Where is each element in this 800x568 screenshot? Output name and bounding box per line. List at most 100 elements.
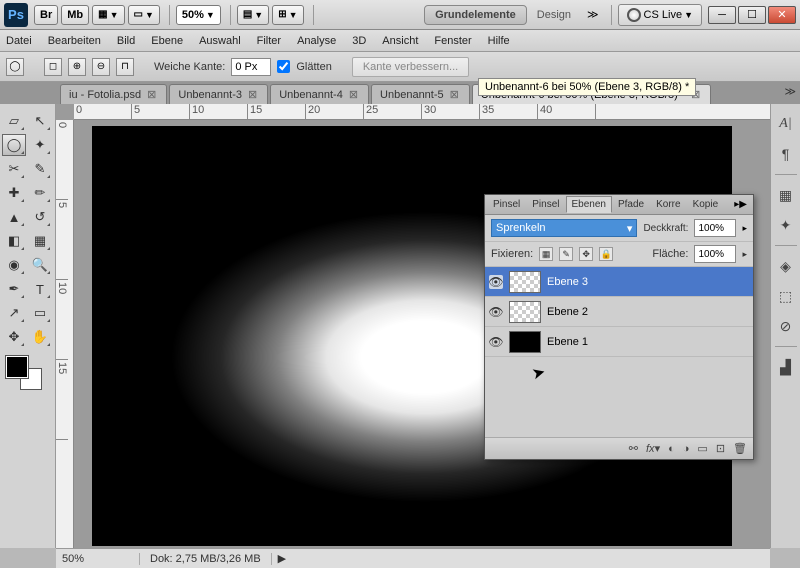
close-icon[interactable]: ⊠ [246, 88, 259, 101]
close-icon[interactable]: ⊠ [448, 88, 461, 101]
blend-mode-select[interactable]: Sprenkeln▾ [491, 219, 637, 237]
workspace-design[interactable]: Design [527, 6, 581, 24]
selection-subtract-icon[interactable]: ⊖ [92, 58, 110, 76]
menu-fenster[interactable]: Fenster [434, 35, 471, 47]
workspace-selected[interactable]: Grundelemente [424, 5, 527, 25]
guides-button[interactable]: ⊞▼ [272, 5, 303, 25]
cslive-button[interactable]: CS Live▼ [618, 4, 702, 26]
panel-tab[interactable]: Pinsel [487, 196, 526, 213]
menu-ebene[interactable]: Ebene [151, 35, 183, 47]
doc-tab[interactable]: iu - Fotolia.psd⊠ [60, 84, 167, 104]
move-tool[interactable]: ▱ [2, 110, 26, 132]
stamp-tool[interactable]: ▲ [2, 206, 26, 228]
minimize-button[interactable]: ─ [708, 6, 736, 24]
gradient-tool[interactable]: ▦ [28, 230, 52, 252]
selection-intersect-icon[interactable]: ⊓ [116, 58, 134, 76]
shape-tool[interactable]: ▭ [28, 302, 52, 324]
group-layers-icon[interactable]: ▭ [697, 442, 707, 455]
lasso-tool[interactable]: ◯ [2, 134, 26, 156]
new-layer-icon[interactable]: ⊡ [716, 442, 725, 455]
transform-panel-icon[interactable]: ⬚ [776, 286, 796, 306]
layer-thumb[interactable] [509, 271, 541, 293]
menu-hilfe[interactable]: Hilfe [488, 35, 510, 47]
selection-new-icon[interactable]: ◻ [44, 58, 62, 76]
brush-tool[interactable]: ✏ [28, 182, 52, 204]
eraser-tool[interactable]: ◧ [2, 230, 26, 252]
opacity-input[interactable] [694, 219, 736, 237]
blur-tool[interactable]: ◉ [2, 254, 26, 276]
marquee-tool[interactable]: ↖ [28, 110, 52, 132]
feather-input[interactable] [231, 58, 271, 76]
menu-filter[interactable]: Filter [257, 35, 281, 47]
path-tool[interactable]: ↗ [2, 302, 26, 324]
actions-panel-icon[interactable]: ▟ [776, 357, 796, 377]
refine-edge-button[interactable]: Kante verbessern... [352, 57, 469, 77]
workspace-more[interactable]: ≫ [581, 8, 605, 21]
magic-wand-tool[interactable]: ✦ [28, 134, 52, 156]
eyedropper-tool[interactable]: ✎ [28, 158, 52, 180]
minibridge-button[interactable]: Mb [61, 5, 89, 25]
panel-tab[interactable]: Pinsel [526, 196, 565, 213]
panel-tab[interactable]: Kopie [687, 196, 725, 213]
visibility-icon[interactable]: 👁 [489, 275, 503, 289]
visibility-icon[interactable]: 👁 [489, 335, 503, 349]
status-menu-icon[interactable]: ▶ [272, 552, 292, 565]
panel-tab[interactable]: Pfade [612, 196, 650, 213]
panel-tab[interactable]: Korre [650, 196, 686, 213]
layer-fx-icon[interactable]: fx▾ [646, 442, 660, 455]
doc-tab[interactable]: Unbenannt-3⊠ [169, 84, 268, 104]
menu-bild[interactable]: Bild [117, 35, 135, 47]
history-brush-tool[interactable]: ↺ [28, 206, 52, 228]
link-layers-icon[interactable]: ⚯ [629, 442, 638, 455]
styles-panel-icon[interactable]: ✦ [776, 215, 796, 235]
layer-thumb[interactable] [509, 331, 541, 353]
selection-add-icon[interactable]: ⊕ [68, 58, 86, 76]
hand-tool[interactable]: ✋ [28, 326, 52, 348]
status-docsize[interactable]: Dok: 2,75 MB/3,26 MB [140, 553, 272, 565]
menu-datei[interactable]: Datei [6, 35, 32, 47]
lock-all-icon[interactable]: 🔒 [599, 247, 613, 261]
lock-transparency-icon[interactable]: ▦ [539, 247, 553, 261]
color-swatches[interactable] [2, 354, 52, 390]
adjustment-layer-icon[interactable]: ◑ [683, 443, 690, 455]
swatches-panel-icon[interactable]: ▦ [776, 185, 796, 205]
fill-input[interactable] [694, 245, 736, 263]
smooth-checkbox[interactable] [277, 60, 290, 73]
doc-tab[interactable]: Unbenannt-5⊠ [371, 84, 470, 104]
character-panel-icon[interactable]: A| [776, 114, 796, 134]
menu-analyse[interactable]: Analyse [297, 35, 336, 47]
panel-menu-icon[interactable]: ▸▶ [734, 199, 751, 210]
paragraph-panel-icon[interactable]: ¶ [776, 144, 796, 164]
lasso-tool-indicator[interactable]: ◯ [6, 58, 24, 76]
panel-tab-ebenen[interactable]: Ebenen [566, 196, 612, 213]
visibility-icon[interactable]: 👁 [489, 305, 503, 319]
bridge-button[interactable]: Br [34, 5, 58, 25]
layer-mask-icon[interactable]: ◐ [668, 443, 675, 455]
menu-3d[interactable]: 3D [352, 35, 366, 47]
fg-color[interactable] [6, 356, 28, 378]
extras-button[interactable]: ▤▼ [237, 5, 269, 25]
screen-mode-button[interactable]: ▭▼ [128, 5, 160, 25]
type-tool[interactable]: T [28, 278, 52, 300]
lock-paint-icon[interactable]: ✎ [559, 247, 573, 261]
zoom-level-input[interactable]: 50%▼ [176, 5, 221, 25]
close-icon[interactable]: ⊠ [145, 88, 158, 101]
layer-thumb[interactable] [509, 301, 541, 323]
menu-auswahl[interactable]: Auswahl [199, 35, 241, 47]
close-icon[interactable]: ⊠ [347, 88, 360, 101]
healing-tool[interactable]: ✚ [2, 182, 26, 204]
tabs-overflow[interactable]: ≫ [784, 85, 796, 98]
layer-row[interactable]: 👁 Ebene 3 [485, 267, 753, 297]
arrange-docs-button[interactable]: ▦▼ [92, 5, 124, 25]
close-button[interactable]: ✕ [768, 6, 796, 24]
status-zoom[interactable]: 50% [56, 553, 140, 565]
layer-row[interactable]: 👁 Ebene 1 [485, 327, 753, 357]
3d-tool[interactable]: ✥ [2, 326, 26, 348]
maximize-button[interactable]: ☐ [738, 6, 766, 24]
delete-layer-icon[interactable]: 🗑 [733, 442, 747, 455]
layer-row[interactable]: 👁 Ebene 2 [485, 297, 753, 327]
dodge-tool[interactable]: 🔍 [28, 254, 52, 276]
crop-tool[interactable]: ✂ [2, 158, 26, 180]
lock-move-icon[interactable]: ✥ [579, 247, 593, 261]
menu-ansicht[interactable]: Ansicht [382, 35, 418, 47]
